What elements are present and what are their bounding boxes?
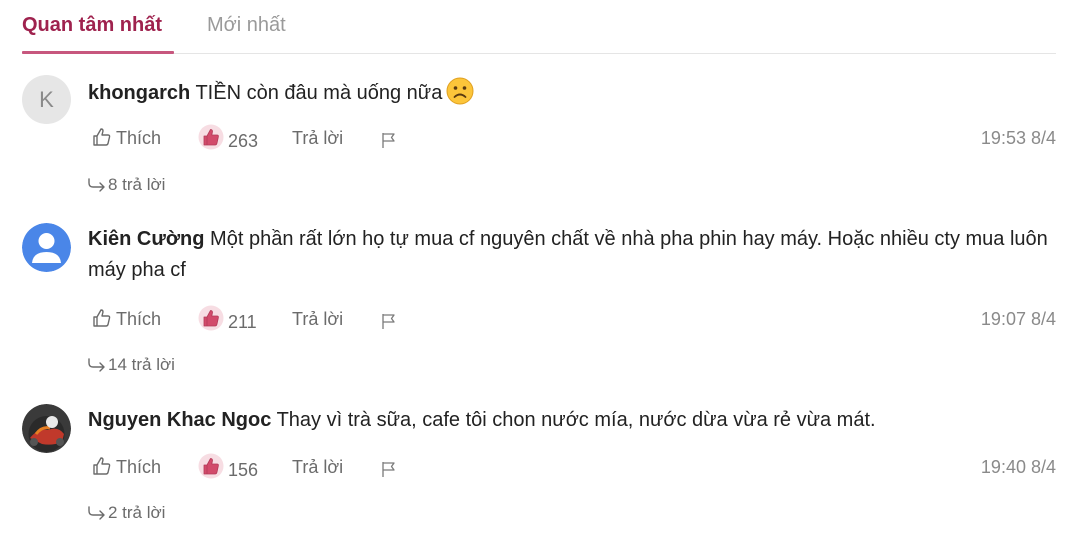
like-label: Thích bbox=[116, 309, 162, 329]
liked-thumbs-up-icon bbox=[198, 124, 224, 150]
reply-button[interactable]: Trả lời bbox=[292, 305, 343, 333]
avatar[interactable]: K bbox=[22, 75, 71, 124]
comment-actions: Thích 211 Trả lời 19:07 8/4 bbox=[92, 305, 1056, 333]
flag-icon[interactable] bbox=[380, 455, 398, 483]
like-button[interactable]: Thích bbox=[92, 124, 161, 152]
replies-count-label: 14 trả lời bbox=[108, 355, 175, 374]
comment-timestamp: 19:53 8/4 bbox=[980, 128, 1056, 148]
replies-count-label: 8 trả lời bbox=[108, 175, 166, 194]
comment-timestamp: 19:40 8/4 bbox=[980, 457, 1056, 477]
like-count-value: 156 bbox=[228, 460, 259, 480]
view-replies-link[interactable]: 2 trả lời bbox=[88, 501, 165, 525]
comment-author[interactable]: Nguyen Khac Ngoc bbox=[88, 409, 271, 431]
replies-count-label: 2 trả lời bbox=[108, 503, 166, 522]
like-count[interactable]: 211 bbox=[198, 305, 257, 336]
like-count[interactable]: 156 bbox=[198, 453, 258, 484]
active-tab-indicator bbox=[22, 51, 174, 54]
comment-actions: Thích 263 Trả lời 19:53 8/4 bbox=[92, 124, 1056, 152]
motorbike-photo-avatar bbox=[22, 404, 71, 453]
comment-content: Thay vì trà sữa, cafe tôi chon nước mía,… bbox=[276, 409, 876, 431]
reply-button[interactable]: Trả lời bbox=[292, 453, 343, 481]
default-user-icon bbox=[22, 223, 71, 272]
comment-author[interactable]: Kiên Cường bbox=[88, 228, 204, 250]
like-count-value: 211 bbox=[228, 312, 257, 332]
comment-body: Kiên Cường Một phần rất lớn họ tự mua cf… bbox=[88, 224, 1048, 286]
flag-icon[interactable] bbox=[380, 307, 398, 335]
reply-arrow-icon bbox=[88, 358, 105, 372]
comment-content: TIỀN còn đâu mà uống nữa bbox=[195, 82, 443, 104]
like-count[interactable]: 263 bbox=[198, 124, 258, 155]
comment-content: Một phần rất lớn họ tự mua cf nguyên chấ… bbox=[88, 228, 1048, 281]
like-count-value: 263 bbox=[228, 131, 259, 151]
like-button[interactable]: Thích bbox=[92, 305, 161, 333]
comment-author[interactable]: khongarch bbox=[88, 82, 190, 104]
thumbs-up-icon bbox=[93, 128, 111, 146]
like-label: Thích bbox=[116, 128, 162, 148]
comment-body: Nguyen Khac Ngoc Thay vì trà sữa, cafe t… bbox=[88, 405, 1048, 436]
comment-timestamp: 19:07 8/4 bbox=[980, 309, 1056, 329]
comment-body: khongarch TIỀN còn đâu mà uống nữa bbox=[88, 77, 1048, 115]
avatar[interactable] bbox=[22, 404, 71, 453]
tab-newest[interactable]: Mới nhất bbox=[207, 13, 286, 37]
frowning-face-emoji-icon bbox=[446, 77, 474, 115]
thumbs-up-icon bbox=[93, 309, 111, 327]
reply-arrow-icon bbox=[88, 178, 105, 192]
comment-sort-tabs: Quan tâm nhất Mới nhất bbox=[22, 0, 1056, 54]
liked-thumbs-up-icon bbox=[198, 305, 224, 331]
tab-most-relevant[interactable]: Quan tâm nhất bbox=[22, 13, 162, 37]
thumbs-up-icon bbox=[93, 457, 111, 475]
view-replies-link[interactable]: 8 trả lời bbox=[88, 173, 165, 197]
comment-actions: Thích 156 Trả lời 19:40 8/4 bbox=[92, 453, 1056, 481]
flag-icon[interactable] bbox=[380, 126, 398, 154]
view-replies-link[interactable]: 14 trả lời bbox=[88, 353, 175, 377]
like-label: Thích bbox=[116, 457, 162, 477]
avatar[interactable] bbox=[22, 223, 71, 272]
like-button[interactable]: Thích bbox=[92, 453, 161, 481]
liked-thumbs-up-icon bbox=[198, 453, 224, 479]
reply-arrow-icon bbox=[88, 506, 105, 520]
reply-button[interactable]: Trả lời bbox=[292, 124, 343, 152]
